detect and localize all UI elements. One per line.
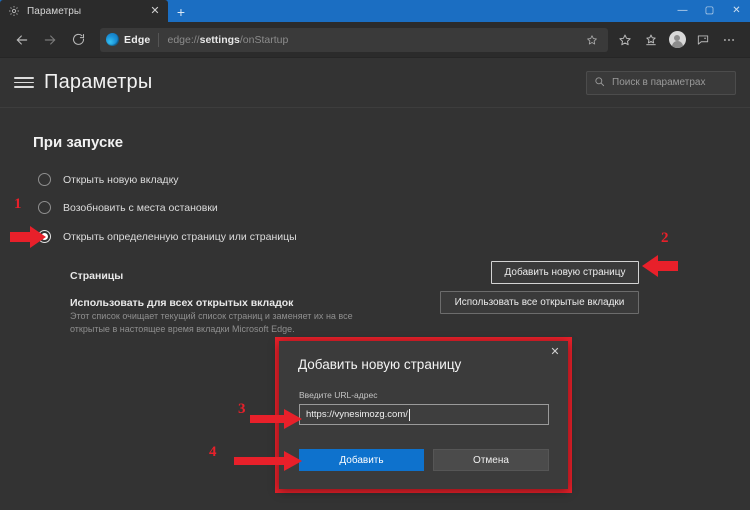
dialog-url-input[interactable]: https://vynesimozg.com/ — [299, 404, 549, 425]
annotation-number-2: 2 — [661, 230, 669, 246]
all-tabs-description: Этот список очищает текущий список стран… — [70, 311, 353, 335]
annotation-number-3: 3 — [238, 401, 246, 417]
divider — [158, 32, 160, 47]
annotation-arrow-right-icon — [232, 450, 304, 477]
back-arrow-icon[interactable] — [8, 26, 36, 54]
favorites-star-icon[interactable] — [612, 26, 638, 54]
radio-option-new-tab[interactable]: Открыть новую вкладку — [38, 173, 179, 186]
radio-label: Возобновить с места остановки — [63, 201, 218, 214]
all-tabs-label: Использовать для всех открытых вкладок — [70, 297, 294, 309]
add-new-page-button[interactable]: Добавить новую страницу — [491, 261, 639, 284]
dialog-field-label: Введите URL-адрес — [299, 390, 378, 400]
edge-brand-badge: Edge — [106, 33, 150, 46]
close-icon[interactable]: ✕ — [148, 4, 162, 18]
use-all-open-tabs-button[interactable]: Использовать все открытые вкладки — [440, 291, 639, 314]
page-title: Параметры — [44, 71, 153, 93]
settings-header: Параметры Поиск в параметрах — [0, 58, 750, 108]
radio-label: Открыть новую вкладку — [63, 173, 179, 186]
hamburger-menu-icon[interactable] — [14, 73, 34, 93]
close-icon[interactable]: ✕ — [547, 344, 563, 360]
pages-label: Страницы — [70, 270, 124, 282]
all-tabs-row: Использовать для всех открытых вкладок — [70, 293, 293, 311]
radio-option-open-specific-pages[interactable]: Открыть определенную страницу или страни… — [38, 230, 297, 243]
search-input[interactable]: Поиск в параметрах — [612, 77, 706, 88]
tab-title: Параметры — [27, 5, 82, 17]
radio-option-continue-where-left-off[interactable]: Возобновить с места остановки — [38, 201, 218, 214]
url-suffix: /onStartup — [239, 33, 289, 46]
browser-tab-settings[interactable]: Параметры ✕ — [0, 0, 168, 22]
url-prefix: edge:// — [167, 33, 200, 46]
text-caret — [408, 408, 410, 421]
profile-avatar-icon[interactable] — [664, 26, 690, 54]
pages-row: Страницы — [70, 266, 123, 284]
window-titlebar: Параметры ✕ + — ▢ ✕ — [0, 0, 750, 22]
dialog-add-button[interactable]: Добавить — [299, 449, 424, 471]
gear-icon — [8, 5, 20, 17]
dialog-cancel-button[interactable]: Отмена — [433, 449, 549, 471]
search-settings-box[interactable]: Поиск в параметрах — [586, 70, 736, 95]
avatar — [668, 31, 686, 48]
dialog-url-value: https://vynesimozg.com/ — [306, 409, 408, 420]
radio-button[interactable] — [38, 201, 51, 214]
new-tab-button[interactable]: + — [168, 2, 194, 22]
favorite-star-icon[interactable] — [582, 30, 602, 50]
section-title-on-startup: При запуске — [33, 134, 124, 151]
annotation-number-1: 1 — [14, 196, 22, 212]
annotation-arrow-right-icon — [248, 408, 304, 435]
radio-button[interactable] — [38, 173, 51, 186]
edge-brand-label: Edge — [124, 33, 151, 46]
maximize-icon[interactable]: ▢ — [696, 0, 723, 22]
add-new-page-dialog: ✕ Добавить новую страницу Введите URL-ад… — [279, 341, 568, 489]
dialog-title: Добавить новую страницу — [298, 357, 462, 372]
close-window-icon[interactable]: ✕ — [723, 0, 750, 22]
annotation-arrow-left-icon — [640, 253, 680, 284]
address-bar[interactable]: Edge edge://settings/onStartup — [100, 27, 608, 52]
edge-logo-icon — [106, 33, 119, 46]
minimize-icon[interactable]: — — [669, 0, 696, 22]
search-icon — [594, 74, 605, 92]
annotation-arrow-right-icon — [8, 224, 48, 255]
collections-icon[interactable] — [638, 26, 664, 54]
more-ellipsis-icon[interactable] — [716, 26, 742, 54]
reload-icon[interactable] — [64, 26, 92, 54]
radio-label: Открыть определенную страницу или страни… — [63, 230, 297, 243]
feedback-icon[interactable] — [690, 26, 716, 54]
forward-arrow-icon[interactable] — [36, 26, 64, 54]
url-bold-segment: settings — [199, 33, 240, 46]
annotation-number-4: 4 — [209, 444, 217, 460]
url-text: edge://settings/onStartup — [167, 34, 288, 46]
address-bar-actions — [582, 30, 602, 50]
window-controls: — ▢ ✕ — [669, 0, 750, 22]
browser-toolbar: Edge edge://settings/onStartup — [0, 22, 750, 58]
